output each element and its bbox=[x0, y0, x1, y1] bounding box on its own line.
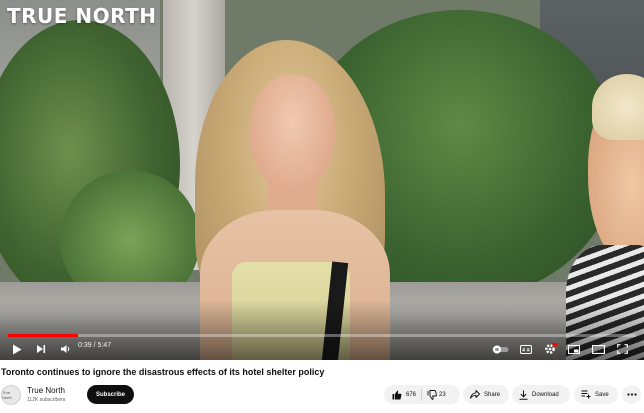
thumbs-up-icon bbox=[392, 390, 402, 399]
channel-name[interactable]: True North bbox=[27, 386, 65, 395]
like-count: 676 bbox=[406, 391, 417, 398]
progress-bar-fill bbox=[8, 334, 79, 337]
more-actions-button[interactable] bbox=[622, 385, 641, 404]
volume-button[interactable] bbox=[58, 341, 72, 357]
subscribe-button[interactable]: Subscribe bbox=[87, 385, 134, 404]
share-icon bbox=[470, 390, 480, 399]
captions-button[interactable] bbox=[518, 341, 534, 357]
share-label: Share bbox=[484, 391, 501, 398]
owner-actions-row: True North True North 112K subscribers S… bbox=[0, 384, 644, 406]
video-title: Toronto continues to ignore the disastro… bbox=[1, 367, 325, 377]
autoplay-toggle[interactable] bbox=[490, 341, 510, 357]
volume-icon bbox=[60, 345, 69, 353]
like-button[interactable]: 676 bbox=[384, 385, 416, 404]
next-button[interactable] bbox=[34, 341, 48, 357]
like-dislike-group: 676 23 bbox=[384, 385, 460, 404]
miniplayer-button[interactable] bbox=[566, 341, 582, 357]
more-horizontal-icon bbox=[626, 393, 637, 396]
fullscreen-icon bbox=[616, 344, 628, 354]
play-button[interactable] bbox=[10, 341, 24, 357]
thumbs-down-icon bbox=[427, 389, 437, 400]
theater-icon bbox=[591, 344, 605, 354]
video-player[interactable]: TRUE NORTH 0:39 / 5:47 bbox=[0, 0, 644, 360]
next-icon bbox=[37, 345, 46, 353]
save-to-playlist-icon bbox=[581, 390, 591, 399]
time-display: 0:39 / 5:47 bbox=[78, 342, 112, 349]
share-button[interactable]: Share bbox=[463, 385, 509, 404]
like-separator bbox=[421, 388, 423, 401]
settings-icon bbox=[544, 343, 557, 354]
dislike-button[interactable]: 23 bbox=[427, 385, 446, 404]
subscriber-count: 112K subscribers bbox=[27, 397, 66, 403]
theater-button[interactable] bbox=[590, 341, 606, 357]
channel-logo-watermark: TRUE NORTH bbox=[7, 4, 157, 28]
progress-bar[interactable] bbox=[8, 334, 636, 337]
save-button[interactable]: Save bbox=[574, 385, 618, 404]
captions-icon bbox=[520, 344, 532, 354]
channel-avatar[interactable]: True North bbox=[1, 385, 21, 405]
woman-face bbox=[250, 75, 335, 193]
settings-button[interactable] bbox=[542, 341, 558, 357]
player-controls: 0:39 / 5:47 bbox=[0, 339, 644, 359]
avatar-text: True North bbox=[2, 390, 12, 400]
download-label: Download bbox=[532, 391, 559, 398]
play-icon bbox=[13, 344, 22, 354]
download-button[interactable]: Download bbox=[512, 385, 570, 404]
save-label: Save bbox=[595, 391, 609, 398]
fullscreen-button[interactable] bbox=[614, 341, 630, 357]
autoplay-toggle-icon bbox=[492, 345, 508, 353]
miniplayer-icon bbox=[568, 344, 580, 354]
download-icon bbox=[519, 390, 528, 400]
dislike-count: 23 bbox=[439, 391, 446, 398]
